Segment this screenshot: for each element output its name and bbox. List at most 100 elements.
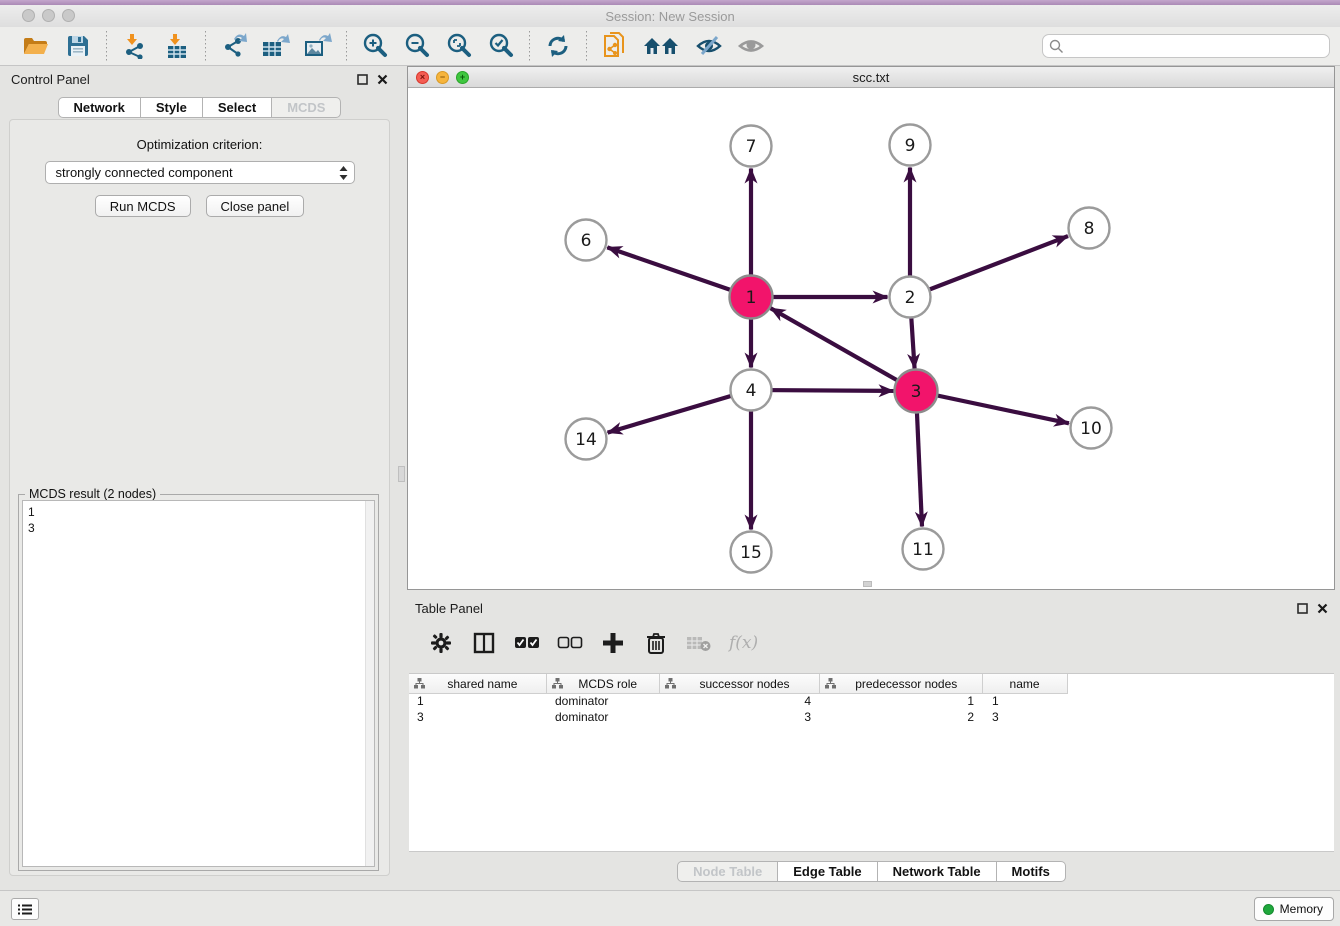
- tab-style[interactable]: Style: [141, 97, 203, 118]
- network-maximize-button[interactable]: +: [456, 71, 469, 84]
- table-settings-icon[interactable]: [428, 630, 454, 656]
- table-row[interactable]: 3dominator323: [409, 710, 1334, 726]
- delete-table-icon[interactable]: [686, 630, 712, 656]
- node-label: 2: [905, 288, 916, 308]
- add-column-icon[interactable]: [600, 630, 626, 656]
- table-cell: 2: [821, 710, 984, 726]
- node-label: 11: [912, 540, 934, 560]
- zoom-out-icon[interactable]: [402, 31, 432, 61]
- graph-edge-3-10[interactable]: [916, 391, 1069, 423]
- graph-edge-4-14[interactable]: [608, 390, 751, 433]
- graph-node-14[interactable]: 14: [566, 419, 607, 460]
- hide-selected-icon[interactable]: [694, 31, 724, 61]
- mcds-result-group: MCDS result (2 nodes) 13: [18, 494, 379, 871]
- main-toolbar: [0, 27, 1340, 66]
- graph-edge-3-1[interactable]: [771, 308, 916, 391]
- float-panel-icon[interactable]: [1297, 603, 1308, 614]
- column-header-shared-name[interactable]: shared name: [409, 674, 547, 693]
- graph-node-2[interactable]: 2: [890, 277, 931, 318]
- table-cell: 1: [409, 694, 547, 710]
- refresh-network-view-icon[interactable]: [543, 31, 573, 61]
- tab-select[interactable]: Select: [203, 97, 272, 118]
- close-panel-icon[interactable]: [1317, 603, 1328, 614]
- function-builder-icon[interactable]: f(x): [729, 633, 758, 653]
- show-all-icon[interactable]: [736, 31, 766, 61]
- open-session-icon[interactable]: [21, 31, 51, 61]
- network-window-titlebar[interactable]: × − + scc.txt: [408, 67, 1334, 88]
- network-canvas[interactable]: 7 9 6 8 1 2 4 3 14 10 15 11: [408, 88, 1334, 589]
- select-all-rows-icon[interactable]: [514, 630, 540, 656]
- task-history-button[interactable]: [11, 898, 39, 920]
- app-window-controls[interactable]: [22, 9, 75, 22]
- tab-network-table[interactable]: Network Table: [878, 861, 997, 882]
- column-header-label: predecessor nodes: [836, 677, 982, 691]
- graph-edge-1-6[interactable]: [607, 247, 751, 297]
- network-graph[interactable]: 7 9 6 8 1 2 4 3 14 10 15 11: [408, 88, 1334, 589]
- column-header-predecessor-nodes[interactable]: predecessor nodes: [820, 674, 983, 693]
- memory-button[interactable]: Memory: [1254, 897, 1334, 921]
- import-network-from-file-icon[interactable]: [120, 31, 150, 61]
- network-resize-handle[interactable]: [863, 581, 872, 587]
- export-image-icon[interactable]: [303, 31, 333, 61]
- vertical-splitter-handle[interactable]: [398, 466, 405, 482]
- network-close-button[interactable]: ×: [416, 71, 429, 84]
- graph-node-8[interactable]: 8: [1069, 208, 1110, 249]
- node-label: 10: [1080, 419, 1102, 439]
- graph-node-6[interactable]: 6: [566, 220, 607, 261]
- table-row[interactable]: 1dominator411: [409, 694, 1334, 710]
- control-panel-title: Control Panel: [11, 72, 90, 87]
- memory-button-label: Memory: [1280, 902, 1323, 916]
- tab-motifs[interactable]: Motifs: [997, 861, 1066, 882]
- split-table-icon[interactable]: [471, 630, 497, 656]
- float-panel-icon[interactable]: [357, 74, 368, 85]
- table-cell: 3: [660, 710, 821, 726]
- result-scrollbar[interactable]: [365, 501, 374, 866]
- graph-node-7[interactable]: 7: [731, 126, 772, 167]
- column-header-MCDS-role[interactable]: MCDS role: [547, 674, 660, 693]
- import-table-from-file-icon[interactable]: [162, 31, 192, 61]
- zoom-in-icon[interactable]: [360, 31, 390, 61]
- deselect-all-rows-icon[interactable]: [557, 630, 583, 656]
- tab-edge-table[interactable]: Edge Table: [778, 861, 877, 882]
- control-panel-header: Control Panel: [3, 66, 396, 92]
- delete-columns-icon[interactable]: [643, 630, 669, 656]
- graph-edge-2-8[interactable]: [910, 236, 1068, 297]
- app-close-button[interactable]: [22, 9, 35, 22]
- column-header-name[interactable]: name: [983, 674, 1067, 693]
- tab-node-table[interactable]: Node Table: [677, 861, 778, 882]
- node-table: shared nameMCDS rolesuccessor nodes prede…: [409, 673, 1334, 852]
- save-session-icon[interactable]: [63, 31, 93, 61]
- optimization-criterion-select[interactable]: strongly connected component: [45, 161, 355, 184]
- clone-network-icon[interactable]: [600, 31, 630, 61]
- graph-node-4[interactable]: 4: [731, 370, 772, 411]
- mcds-panel: Optimization criterion: strongly connect…: [9, 119, 390, 876]
- node-label: 6: [581, 231, 592, 251]
- app-titlebar: Session: New Session: [0, 5, 1340, 27]
- mcds-result-textarea[interactable]: 13: [22, 500, 375, 867]
- zoom-fit-content-icon[interactable]: [444, 31, 474, 61]
- mcds-result-line: 1: [28, 504, 369, 520]
- column-type-icon: [665, 678, 676, 689]
- toolbar-separator: [205, 31, 206, 61]
- network-minimize-button[interactable]: −: [436, 71, 449, 84]
- export-network-icon[interactable]: [219, 31, 249, 61]
- search-input[interactable]: [1042, 34, 1330, 58]
- export-table-icon[interactable]: [261, 31, 291, 61]
- graph-node-3[interactable]: 3: [895, 370, 938, 413]
- graph-node-1[interactable]: 1: [730, 276, 773, 319]
- app-zoom-button[interactable]: [62, 9, 75, 22]
- graph-node-15[interactable]: 15: [731, 532, 772, 573]
- graph-node-10[interactable]: 10: [1071, 408, 1112, 449]
- close-panel-icon[interactable]: [377, 74, 388, 85]
- column-header-successor-nodes[interactable]: successor nodes: [660, 674, 821, 693]
- select-stepper-icon: [339, 166, 348, 180]
- run-mcds-button[interactable]: Run MCDS: [95, 195, 191, 217]
- graph-node-11[interactable]: 11: [903, 529, 944, 570]
- tab-network[interactable]: Network: [58, 97, 141, 118]
- app-minimize-button[interactable]: [42, 9, 55, 22]
- close-panel-button[interactable]: Close panel: [206, 195, 305, 217]
- graph-node-9[interactable]: 9: [890, 125, 931, 166]
- first-neighbors-icon[interactable]: [642, 31, 682, 61]
- tab-mcds[interactable]: MCDS: [272, 97, 341, 118]
- zoom-selected-region-icon[interactable]: [486, 31, 516, 61]
